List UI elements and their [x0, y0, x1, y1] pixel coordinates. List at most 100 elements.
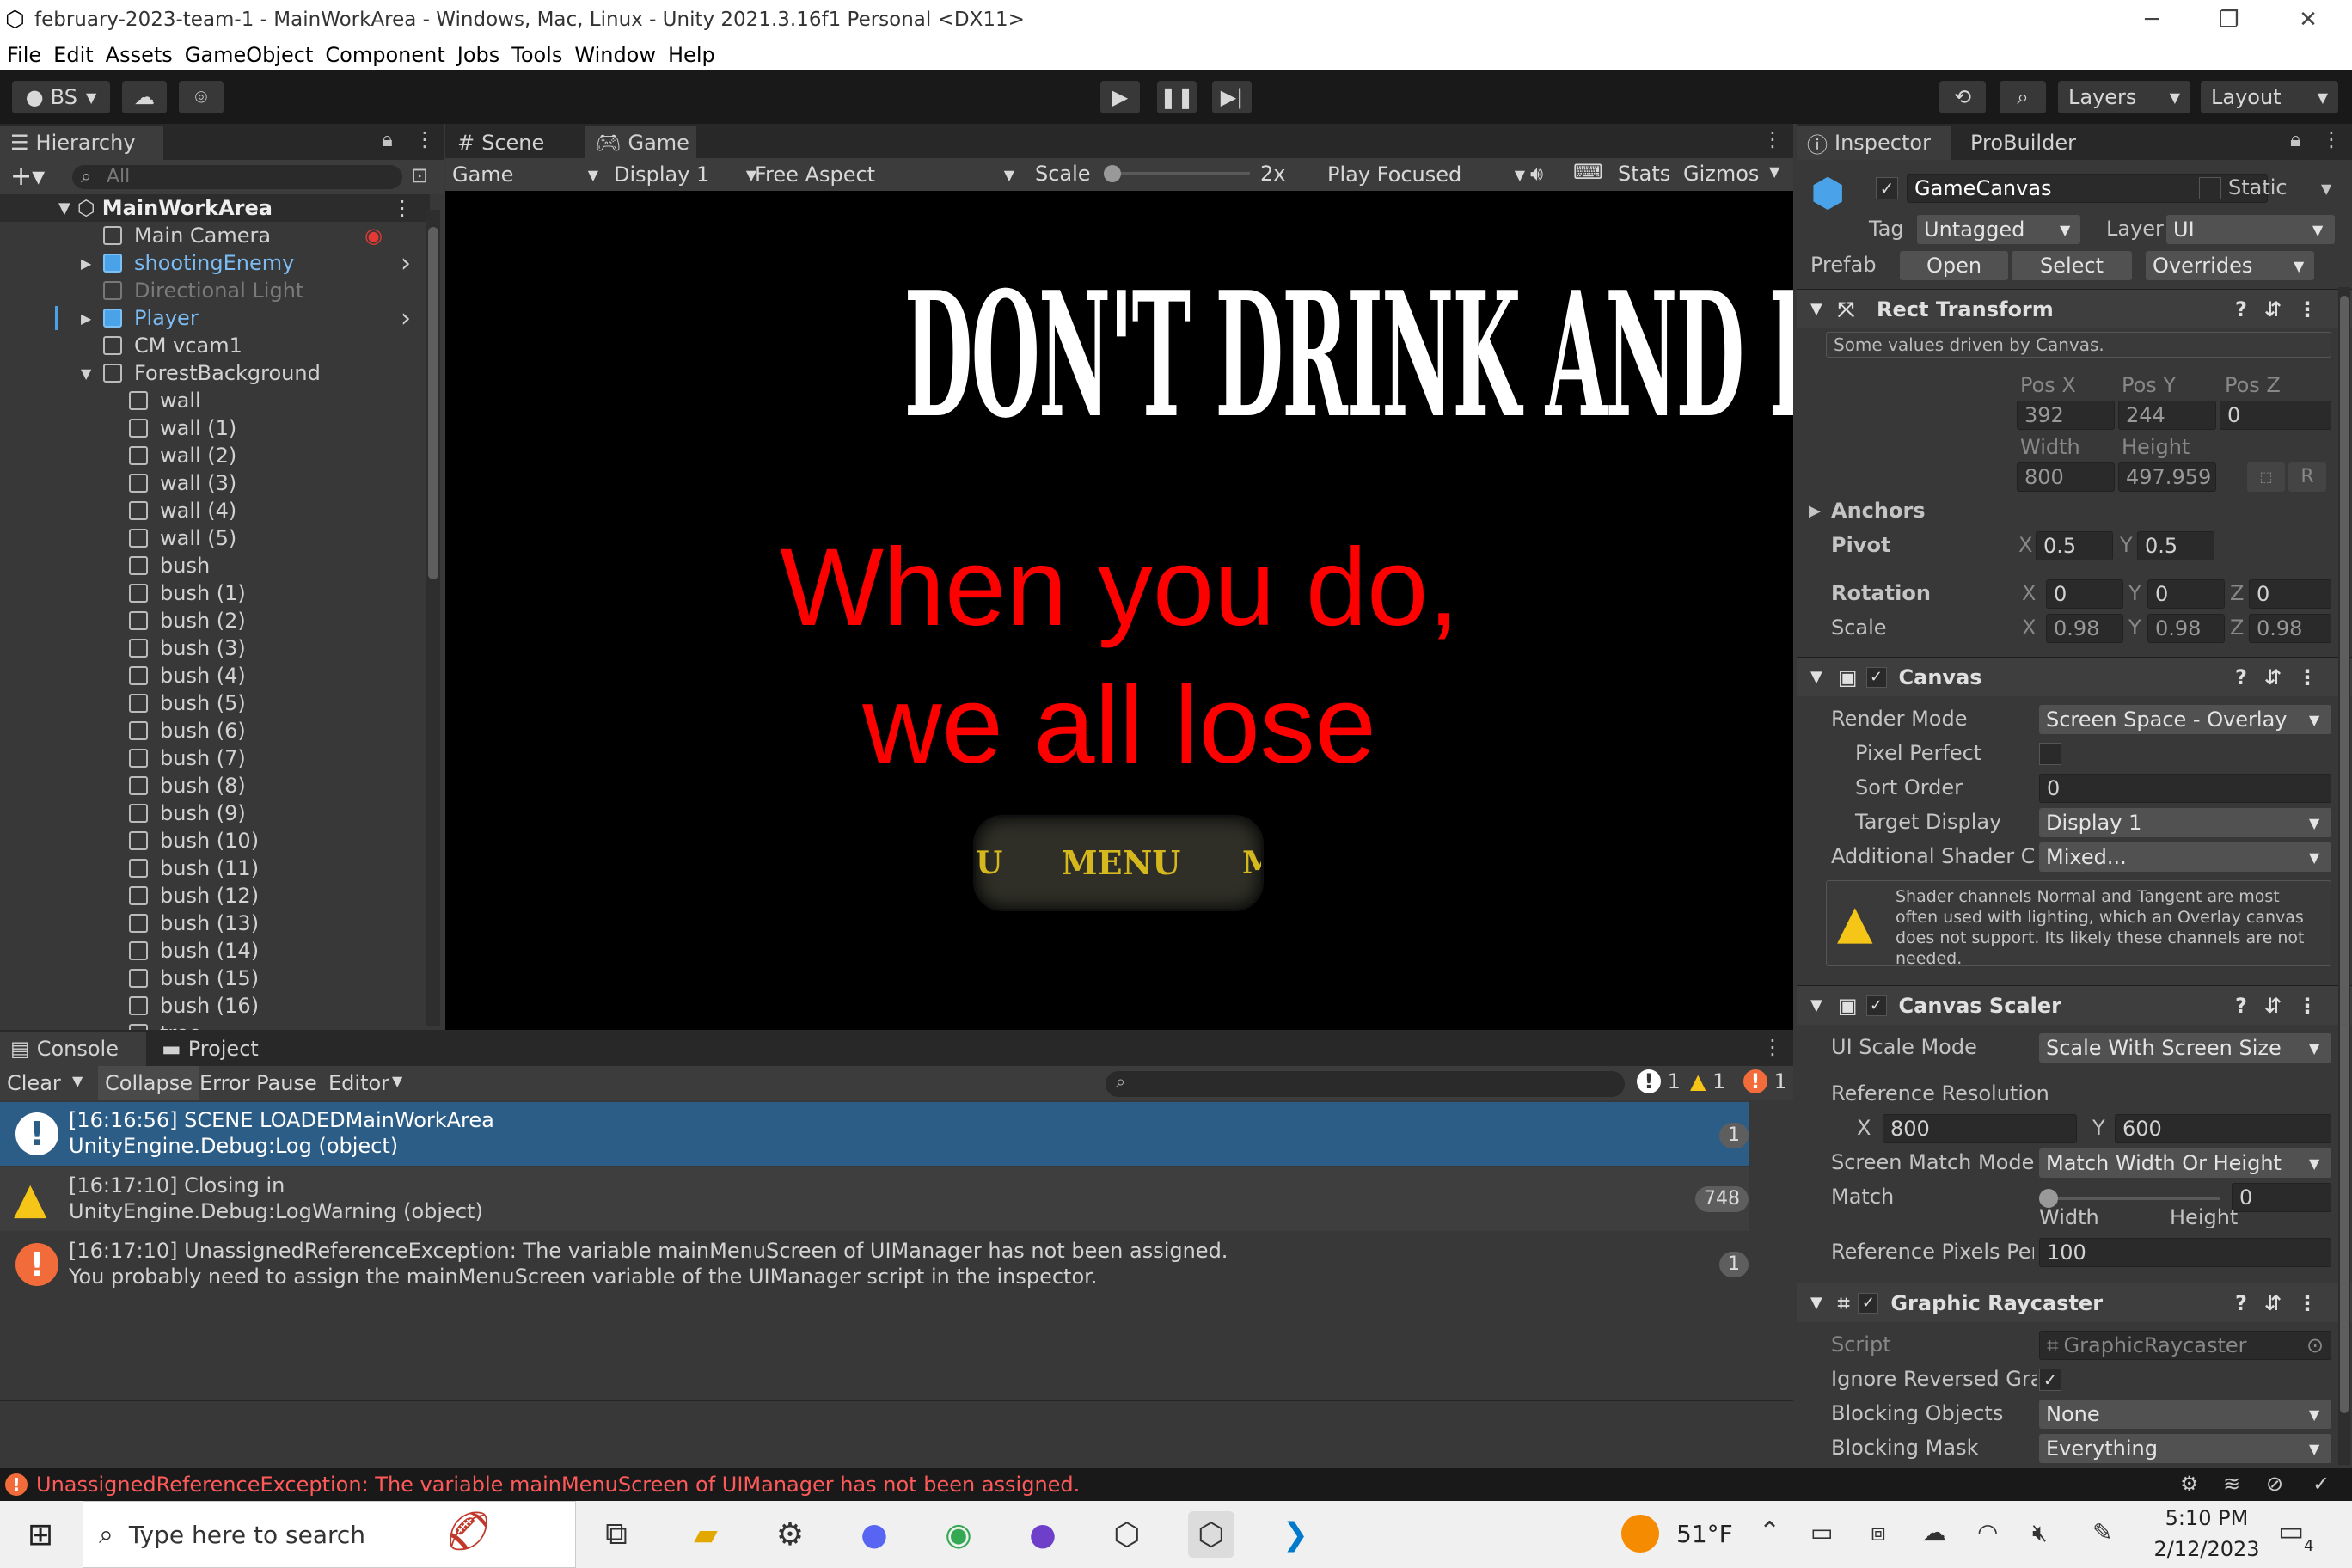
more-icon[interactable]: ⋮	[2321, 127, 2342, 151]
prefab-select-button[interactable]: Select	[2012, 251, 2132, 280]
ref-resolution-x-field[interactable]: 800	[1883, 1114, 2077, 1143]
play-mode-dropdown[interactable]: Play Focused ▼	[1320, 160, 1532, 189]
console-entry-error[interactable]: ! [16:17:10] UnassignedReferenceExceptio…	[0, 1233, 1749, 1296]
chevron-right-icon[interactable]: ›	[401, 248, 411, 279]
more-icon[interactable]: ⋮	[392, 196, 413, 220]
preset-icon[interactable]: ⇵	[2264, 665, 2282, 689]
menu-file[interactable]: File	[7, 43, 41, 67]
rotation-y-field[interactable]: 0	[2147, 579, 2225, 609]
lock-icon[interactable]: 🔒︎	[382, 127, 393, 151]
more-icon[interactable]: ⋮	[414, 127, 435, 151]
more-icon[interactable]: ⋮	[2297, 297, 2318, 322]
menu-assets[interactable]: Assets	[106, 43, 173, 67]
pixel-perfect-checkbox[interactable]	[2039, 743, 2061, 765]
cloud-sync-icon[interactable]: ☁	[1922, 1518, 1946, 1547]
hierarchy-item[interactable]: bush (2)	[0, 607, 430, 634]
enabled-checkbox[interactable]: ✓	[1865, 995, 1887, 1016]
hierarchy-item[interactable]: bush (4)	[0, 662, 430, 689]
history-icon[interactable]: ⟲	[1939, 81, 1986, 113]
help-icon[interactable]: ?	[2235, 297, 2247, 322]
scrollbar-thumb[interactable]	[428, 227, 438, 579]
width-field[interactable]: 800	[2017, 462, 2115, 492]
chrome-icon[interactable]: ◉	[935, 1511, 982, 1558]
chevron-down-icon[interactable]: ▼	[2321, 181, 2331, 197]
graphic-raycaster-header[interactable]: ▼ ⌗ ✓ Graphic Raycaster ? ⇵ ⋮	[1797, 1283, 2352, 1322]
rotation-z-field[interactable]: 0	[2249, 579, 2331, 609]
hierarchy-item[interactable]: Main Camera ◉	[0, 222, 430, 249]
weather-text[interactable]: 51°F	[1676, 1520, 1733, 1548]
game-mode-dropdown[interactable]: Game ▼	[452, 160, 607, 189]
status-bar[interactable]: ! UnassignedReferenceException: The vari…	[0, 1468, 2352, 1501]
windows-start-icon[interactable]: ⊞	[17, 1511, 64, 1558]
tag-dropdown[interactable]: Untagged ▼	[1917, 215, 2080, 244]
hierarchy-item[interactable]: wall (1)	[0, 414, 430, 442]
hierarchy-item[interactable]: bush	[0, 552, 430, 579]
unity-hub-icon[interactable]: ⬡	[1104, 1511, 1150, 1558]
menu-component[interactable]: Component	[325, 43, 444, 67]
stack-icon[interactable]: ≋	[2223, 1472, 2240, 1496]
scale-z-field[interactable]: 0.98	[2249, 614, 2331, 643]
step-button[interactable]: ▶|	[1212, 81, 1252, 113]
volume-muted-icon[interactable]: 🔇︎	[2032, 1518, 2048, 1547]
device-icon[interactable]: ⧈	[1871, 1518, 1886, 1547]
menu-window[interactable]: Window	[574, 43, 656, 67]
clock-date[interactable]: 2/12/2023	[2151, 1537, 2263, 1561]
anchors-foldout[interactable]: Anchors	[1831, 499, 1926, 523]
mute-audio-icon[interactable]: 🔊︎	[1530, 162, 1543, 186]
hierarchy-item[interactable]: bush (3)	[0, 634, 430, 662]
hierarchy-item[interactable]: wall (2)	[0, 442, 430, 469]
help-icon[interactable]: ?	[2235, 665, 2247, 689]
chevron-down-icon[interactable]: ▼	[1769, 163, 1779, 180]
match-field[interactable]: 0	[2232, 1183, 2331, 1212]
wifi-icon[interactable]: ◠	[1977, 1518, 1998, 1547]
shader-channels-dropdown[interactable]: Mixed... ▼	[2039, 842, 2331, 872]
menu-help[interactable]: Help	[668, 43, 715, 67]
play-button[interactable]: ▶	[1100, 81, 1140, 113]
rect-transform-header[interactable]: ▼ ⤧ Rect Transform ? ⇵ ⋮	[1797, 289, 2352, 328]
layers-dropdown[interactable]: Layers ▼	[2058, 81, 2190, 113]
rotation-x-field[interactable]: 0	[2046, 579, 2123, 609]
blueprint-icon[interactable]: ⬚	[2247, 462, 2285, 492]
blocking-objects-dropdown[interactable]: None ▼	[2039, 1400, 2331, 1429]
hierarchy-item[interactable]: wall (3)	[0, 469, 430, 497]
height-field[interactable]: 497.959	[2118, 462, 2216, 492]
hierarchy-item[interactable]: Directional Light	[0, 277, 430, 304]
github-desktop-icon[interactable]: ●	[1020, 1511, 1066, 1558]
info-count-toggle[interactable]: ! 1	[1637, 1069, 1681, 1093]
pos-y-field[interactable]: 244	[2118, 401, 2216, 430]
ui-scale-mode-dropdown[interactable]: Scale With Screen Size ▼	[2039, 1033, 2331, 1063]
pivot-y-field[interactable]: 0.5	[2137, 531, 2214, 560]
preset-icon[interactable]: ⇵	[2264, 1291, 2282, 1315]
hierarchy-item[interactable]: bush (8)	[0, 772, 430, 799]
aspect-dropdown[interactable]: Free Aspect ▼	[755, 160, 1023, 189]
hierarchy-item[interactable]: bush (10)	[0, 827, 430, 854]
settings-icon[interactable]: ⚙	[767, 1511, 813, 1558]
tab-inspector[interactable]: ⓘ Inspector	[1797, 126, 1951, 160]
help-icon[interactable]: ?	[2235, 1291, 2247, 1315]
hierarchy-item[interactable]: bush (6)	[0, 717, 430, 744]
hierarchy-item[interactable]: bush (13)	[0, 910, 430, 937]
scale-x-field[interactable]: 0.98	[2046, 614, 2123, 643]
screen-match-mode-dropdown[interactable]: Match Width Or Height ▼	[2039, 1148, 2331, 1178]
search-icon[interactable]: ⌕	[2000, 81, 2046, 113]
notifications-icon[interactable]: ▭	[2278, 1515, 2304, 1547]
hierarchy-item[interactable]: bush (16)	[0, 992, 430, 1020]
ignore-reversed-checkbox[interactable]: ✓	[2039, 1369, 2061, 1391]
pos-z-field[interactable]: 0	[2220, 401, 2331, 430]
more-icon[interactable]: ⋮	[2297, 994, 2318, 1018]
tab-probuilder[interactable]: ProBuilder	[1960, 126, 2115, 160]
static-checkbox[interactable]	[2199, 177, 2221, 199]
chevron-right-icon[interactable]: ›	[401, 303, 411, 334]
scale-slider[interactable]	[1104, 165, 1250, 182]
gizmos-button[interactable]: Gizmos	[1683, 162, 1759, 186]
hierarchy-item[interactable]: CM vcam1	[0, 332, 430, 359]
keyboard-icon[interactable]: ⌨	[1573, 160, 1603, 184]
collab-icon[interactable]: ⌾	[179, 81, 224, 113]
discord-icon[interactable]: ●	[851, 1511, 897, 1558]
console-entry-warning[interactable]: ▲ [16:17:10] Closing in UnityEngine.Debu…	[0, 1167, 1749, 1231]
tab-hierarchy[interactable]: ☰ Hierarchy	[0, 126, 163, 160]
hierarchy-item[interactable]: bush (14)	[0, 937, 430, 965]
preset-icon[interactable]: ⇵	[2264, 297, 2282, 322]
slider-handle[interactable]	[1104, 165, 1121, 182]
unity-editor-icon[interactable]: ⬡	[1188, 1511, 1234, 1558]
